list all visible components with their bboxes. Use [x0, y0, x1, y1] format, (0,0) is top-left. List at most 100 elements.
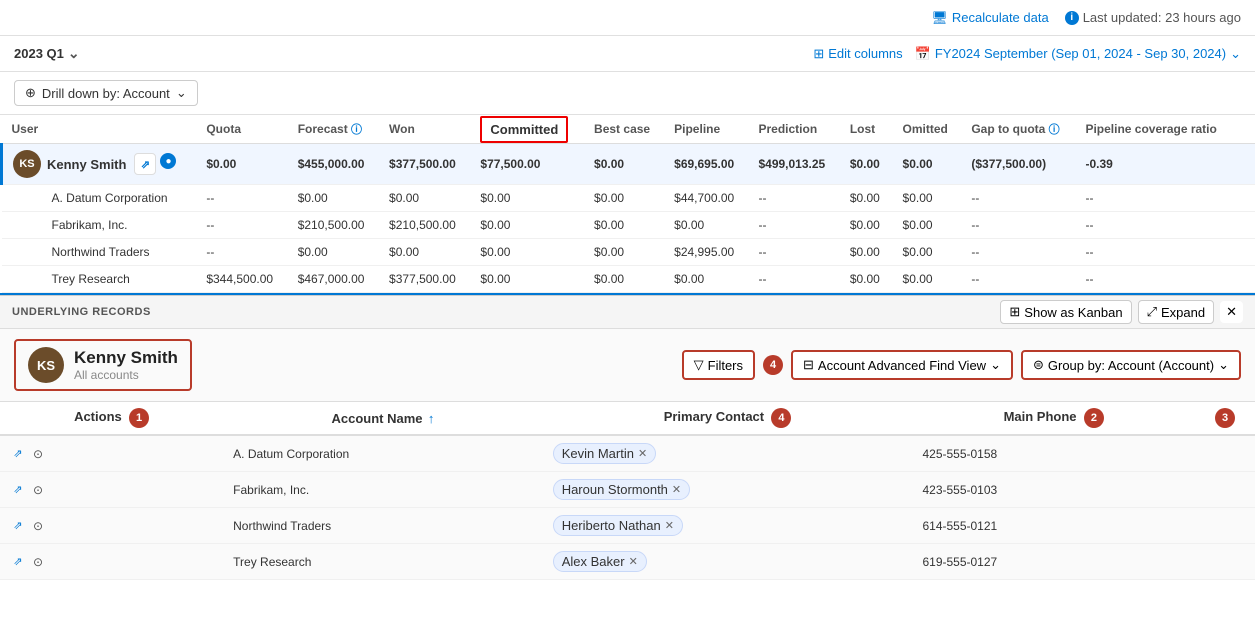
records-table: Actions 1 Account Name ↑ Primary Contact… [0, 402, 1255, 580]
contact-name: Haroun Stormonth [562, 482, 668, 497]
main-phone-cell: 619-555-0127 [912, 544, 1195, 580]
committed-cell: $0.00 [470, 212, 584, 239]
recalculate-button[interactable]: 🖥 Recalculate data [931, 10, 1048, 26]
records-table-body: ⇗ ⊙ A. Datum Corporation Kevin Martin ✕ … [0, 435, 1255, 580]
chevron-down-icon: ⌄ [1230, 46, 1241, 62]
omitted-cell: $0.00 [893, 239, 962, 266]
actions-cell: ⇗ ⊙ [0, 435, 223, 472]
last-updated: i Last updated: 23 hours ago [1065, 10, 1241, 25]
list-item: ⇗ ⊙ Fabrikam, Inc. Haroun Stormonth ✕ 42… [0, 472, 1255, 508]
open-record-icon[interactable]: ⇗ [10, 482, 26, 498]
expand-label: Expand [1161, 305, 1205, 320]
contact-name: Alex Baker [562, 554, 625, 569]
pipeline-cell: $0.00 [664, 266, 748, 293]
period-selector[interactable]: 2023 Q1 ⌄ [14, 45, 80, 62]
records-table-wrapper: Actions 1 Account Name ↑ Primary Contact… [0, 402, 1255, 580]
table-row: Northwind Traders -- $0.00 $0.00 $0.00 $… [2, 239, 1255, 266]
contact-name: Heriberto Nathan [562, 518, 661, 533]
col-actions: Actions 1 [0, 402, 223, 435]
remove-contact-icon[interactable]: ✕ [672, 483, 681, 496]
primary-contact-cell: Haroun Stormonth ✕ [543, 472, 913, 508]
col-committed: Committed [470, 115, 584, 144]
kanban-icon: ⊞ [1009, 304, 1020, 320]
close-button[interactable]: ✕ [1220, 301, 1243, 323]
account-name-col-label: Account Name [331, 411, 422, 426]
quota-cell: -- [196, 185, 287, 212]
chevron-down-icon: ⌄ [68, 45, 80, 62]
edit-columns-label: Edit columns [828, 46, 902, 61]
drill-down-button[interactable]: ⊕ Drill down by: Account ⌄ [14, 80, 198, 106]
aafv-label: Account Advanced Find View [818, 358, 986, 373]
fy-period-label: FY2024 September (Sep 01, 2024 - Sep 30,… [935, 46, 1226, 61]
table-row: KS Kenny Smith ⇗ ● $0.00 $455,000.00 $37… [2, 144, 1255, 185]
col-quota: Quota [196, 115, 287, 144]
show-kanban-button[interactable]: ⊞ Show as Kanban [1000, 300, 1131, 324]
contact-tag: Heriberto Nathan ✕ [553, 515, 683, 536]
expand-button[interactable]: ⤢ Expand [1138, 300, 1215, 324]
open-record-icon[interactable]: ⇗ [10, 446, 26, 462]
remove-contact-icon[interactable]: ✕ [638, 447, 647, 460]
chevron-down-icon: ⌄ [1218, 357, 1229, 373]
pipeline-cell: $69,695.00 [664, 144, 748, 185]
committed-cell: $77,500.00 [470, 144, 584, 185]
recalc-label: Recalculate data [952, 10, 1049, 25]
contact-tag: Alex Baker ✕ [553, 551, 647, 572]
more-options-icon[interactable]: ⊙ [30, 446, 46, 462]
info-icon: i [1065, 11, 1079, 25]
user-cell: Northwind Traders [2, 239, 197, 266]
gap-cell: -- [961, 239, 1075, 266]
second-bar-right: ⊞ Edit columns 📅 FY2024 September (Sep 0… [813, 46, 1241, 62]
sort-icon[interactable]: ↑ [428, 411, 435, 426]
forecast-cell: $0.00 [288, 239, 379, 266]
committed-cell: $0.00 [470, 266, 584, 293]
coverage-cell: -- [1075, 239, 1235, 266]
forecast-cell: $210,500.00 [288, 212, 379, 239]
user-cell: KS Kenny Smith ⇗ ● [2, 144, 197, 185]
actions-col-label: Actions [74, 409, 122, 424]
primary-contact-col-label: Primary Contact [664, 409, 764, 424]
fy-selector[interactable]: 📅 FY2024 September (Sep 01, 2024 - Sep 3… [915, 46, 1241, 62]
table-row: Fabrikam, Inc. -- $210,500.00 $210,500.0… [2, 212, 1255, 239]
account-name-cell: A. Datum Corporation [223, 435, 543, 472]
contact-name: Kevin Martin [562, 446, 634, 461]
ks-info-row: KS Kenny Smith All accounts ▽ Filters 4 … [0, 329, 1255, 402]
show-kanban-label: Show as Kanban [1024, 305, 1122, 320]
aafv-button[interactable]: ⊟ Account Advanced Find View ⌄ [791, 350, 1013, 380]
gap-cell: -- [961, 266, 1075, 293]
actions-cell: ⇗ ⊙ [0, 472, 223, 508]
expand-icon: ⤢ [1147, 304, 1157, 320]
col-won: Won [379, 115, 470, 144]
open-record-icon[interactable]: ⇗ [10, 554, 26, 570]
won-cell: $377,500.00 [379, 144, 470, 185]
ks-subtitle: All accounts [74, 368, 178, 382]
chevron-down-icon: ⌄ [176, 85, 187, 101]
ks-info-right: ▽ Filters 4 ⊟ Account Advanced Find View… [682, 350, 1241, 380]
top-bar: 🖥 Recalculate data i Last updated: 23 ho… [0, 0, 1255, 36]
account-name-cell: Northwind Traders [223, 508, 543, 544]
groupby-button[interactable]: ⊜ Group by: Account (Account) ⌄ [1021, 350, 1241, 380]
more-options-icon[interactable]: ⊙ [30, 482, 46, 498]
filters-button[interactable]: ▽ Filters [682, 350, 755, 380]
main-phone-cell: 614-555-0121 [912, 508, 1195, 544]
coverage-cell: -- [1075, 212, 1235, 239]
underlying-title: UNDERLYING RECORDS [12, 306, 151, 318]
contact-tag: Haroun Stormonth ✕ [553, 479, 690, 500]
edit-columns-button[interactable]: ⊞ Edit columns [813, 46, 902, 62]
table-icon: ⊞ [813, 46, 824, 62]
open-record-icon[interactable]: ⇗ [10, 518, 26, 534]
second-bar: 2023 Q1 ⌄ ⊞ Edit columns 📅 FY2024 Septem… [0, 36, 1255, 72]
more-options-icon[interactable]: ⊙ [30, 554, 46, 570]
user-cell: A. Datum Corporation [2, 185, 197, 212]
pipeline-cell: $24,995.00 [664, 239, 748, 266]
last-updated-label: Last updated: 23 hours ago [1083, 10, 1241, 25]
col-account-name: Account Name ↑ [223, 402, 543, 435]
primary-contact-cell: Kevin Martin ✕ [543, 435, 913, 472]
navigate-icon[interactable]: ⇗ [134, 153, 156, 175]
remove-contact-icon[interactable]: ✕ [629, 555, 638, 568]
avatar: KS [28, 347, 64, 383]
empty-cell [1235, 239, 1255, 266]
more-options-icon[interactable]: ⊙ [30, 518, 46, 534]
remove-contact-icon[interactable]: ✕ [665, 519, 674, 532]
phone-badge: 2 [1084, 408, 1104, 428]
underlying-actions: ⊞ Show as Kanban ⤢ Expand ✕ [1000, 300, 1243, 324]
